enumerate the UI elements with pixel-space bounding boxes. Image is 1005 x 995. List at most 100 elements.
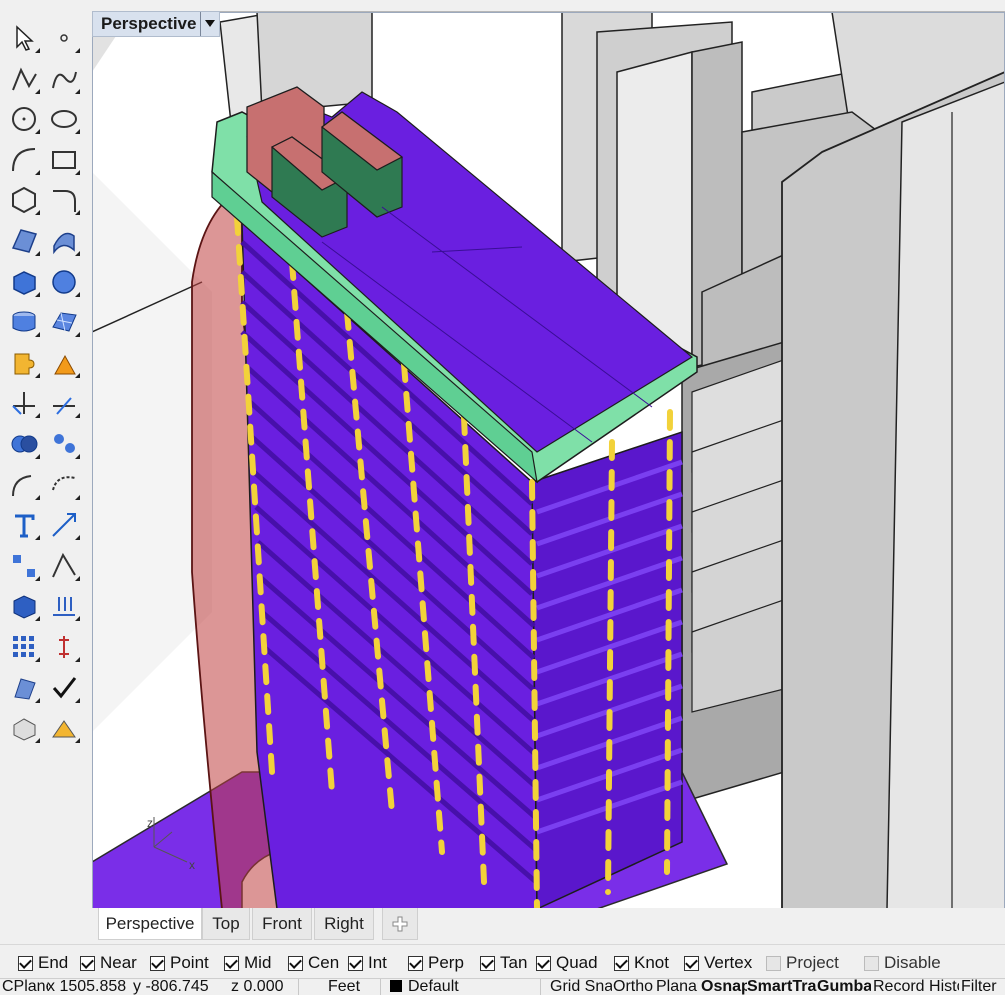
osnap-checkbox[interactable] <box>80 955 95 971</box>
osnap-label: Tan <box>500 953 528 972</box>
viewport-menu-chevron-down-icon[interactable] <box>200 12 219 36</box>
arc-icon[interactable] <box>6 142 42 178</box>
osnap-checkbox[interactable] <box>18 955 33 971</box>
transform-icon[interactable] <box>46 548 82 584</box>
cylinder-icon[interactable] <box>6 304 42 340</box>
light-icon[interactable] <box>46 710 82 746</box>
dimension-icon[interactable] <box>46 629 82 665</box>
rectangle-icon[interactable] <box>46 142 82 178</box>
osnap-label: Cen <box>308 953 340 972</box>
loft-icon[interactable] <box>46 223 82 259</box>
check-icon[interactable] <box>46 670 82 706</box>
osnap-perp[interactable]: Perp <box>408 952 464 974</box>
perspective-viewport[interactable]: z x <box>92 11 1005 909</box>
viewport-title[interactable]: Perspective <box>93 14 200 34</box>
sphere-icon[interactable] <box>46 264 82 300</box>
osnap-label: Int <box>368 953 387 972</box>
extrude-icon[interactable] <box>46 588 82 624</box>
split-icon[interactable] <box>46 385 82 421</box>
viewport-title-bar[interactable]: Perspective <box>92 11 220 37</box>
osnap-label: Project <box>786 953 839 972</box>
trim-icon[interactable] <box>6 385 42 421</box>
tab-front[interactable]: Front <box>252 908 312 940</box>
offset-icon[interactable] <box>6 467 42 503</box>
array-icon[interactable] <box>46 426 82 462</box>
osnap-checkbox[interactable] <box>614 955 629 971</box>
osnap-checkbox[interactable] <box>536 955 551 971</box>
mesh-icon[interactable] <box>46 304 82 340</box>
osnap-checkbox[interactable] <box>408 955 423 971</box>
polygon-icon[interactable] <box>6 182 42 218</box>
tab-top[interactable]: Top <box>202 908 250 940</box>
osnap-label: Disable <box>884 953 941 972</box>
analyze-icon[interactable] <box>6 670 42 706</box>
osnap-label: Quad <box>556 953 598 972</box>
record-history-toggle[interactable]: Record History <box>873 979 959 995</box>
osnap-label: Vertex <box>704 953 753 972</box>
osnap-checkbox[interactable] <box>224 955 239 971</box>
osnap-int[interactable]: Int <box>348 952 387 974</box>
surface-icon[interactable] <box>6 223 42 259</box>
filter-toggle[interactable]: Filter <box>961 979 1005 995</box>
osnap-label: Point <box>170 953 209 972</box>
osnap-end[interactable]: End <box>18 952 68 974</box>
coord-y: y -806.745 <box>133 978 209 995</box>
tab-perspective[interactable]: Perspective <box>98 908 202 940</box>
osnap-quad[interactable]: Quad <box>536 952 598 974</box>
osnap-project[interactable]: Project <box>766 952 839 974</box>
fillet-curve-icon[interactable] <box>46 182 82 218</box>
explode-icon[interactable] <box>46 345 82 381</box>
cplane-label[interactable]: CPlane <box>2 979 48 995</box>
osnap-label: Mid <box>244 953 272 972</box>
osnap-label: Knot <box>634 953 669 972</box>
point-icon[interactable] <box>46 20 82 56</box>
osnap-checkbox[interactable] <box>766 955 781 971</box>
osnap-knot[interactable]: Knot <box>614 952 669 974</box>
planar-toggle[interactable]: Planar <box>656 979 698 995</box>
scale-icon[interactable] <box>46 507 82 543</box>
osnap-checkbox[interactable] <box>288 955 303 971</box>
group-icon[interactable] <box>6 548 42 584</box>
puzzle-icon[interactable] <box>6 345 42 381</box>
ortho-toggle[interactable]: Ortho <box>613 979 655 995</box>
curve-icon[interactable] <box>46 61 82 97</box>
osnap-label: Perp <box>428 953 464 972</box>
rotate-icon[interactable] <box>46 467 82 503</box>
ellipse-icon[interactable] <box>46 101 82 137</box>
osnap-checkbox[interactable] <box>348 955 363 971</box>
osnap-near[interactable]: Near <box>80 952 137 974</box>
left-toolbar <box>0 0 92 908</box>
osnap-checkbox[interactable] <box>480 955 495 971</box>
units-label[interactable]: Feet <box>328 979 368 995</box>
osnap-checkbox[interactable] <box>864 955 879 971</box>
osnap-checkbox[interactable] <box>150 955 165 971</box>
osnap-checkbox[interactable] <box>684 955 699 971</box>
osnap-toggle[interactable]: Osnap <box>701 979 747 995</box>
tab-right[interactable]: Right <box>314 908 374 940</box>
add-tab-plus-icon[interactable] <box>382 908 418 940</box>
osnap-cen[interactable]: Cen <box>288 952 339 974</box>
osnap-point[interactable]: Point <box>150 952 209 974</box>
solid-edit-icon[interactable] <box>6 588 42 624</box>
select-arrow-icon[interactable] <box>6 20 42 56</box>
render-icon[interactable] <box>6 710 42 746</box>
grid-snap-toggle[interactable]: Grid Snap <box>550 979 612 995</box>
scene-render: z x <box>92 12 1005 909</box>
osnap-mid[interactable]: Mid <box>224 952 271 974</box>
text-icon[interactable] <box>6 507 42 543</box>
grid-array-icon[interactable] <box>6 629 42 665</box>
layer-name[interactable]: Default <box>408 979 478 995</box>
osnap-vertex[interactable]: Vertex <box>684 952 752 974</box>
circle-icon[interactable] <box>6 101 42 137</box>
smarttrack-toggle[interactable]: SmartTrack <box>747 979 817 995</box>
boolean-icon[interactable] <box>6 426 42 462</box>
osnap-disable[interactable]: Disable <box>864 952 941 974</box>
coord-x: x 1505.858 <box>47 978 127 995</box>
polyline-icon[interactable] <box>6 61 42 97</box>
coord-z: z 0.000 <box>231 978 284 995</box>
osnap-tan[interactable]: Tan <box>480 952 527 974</box>
osnap-label: End <box>38 953 69 972</box>
layer-color-swatch[interactable] <box>390 979 402 995</box>
box-icon[interactable] <box>6 264 42 300</box>
gumball-toggle[interactable]: Gumball <box>817 979 871 995</box>
